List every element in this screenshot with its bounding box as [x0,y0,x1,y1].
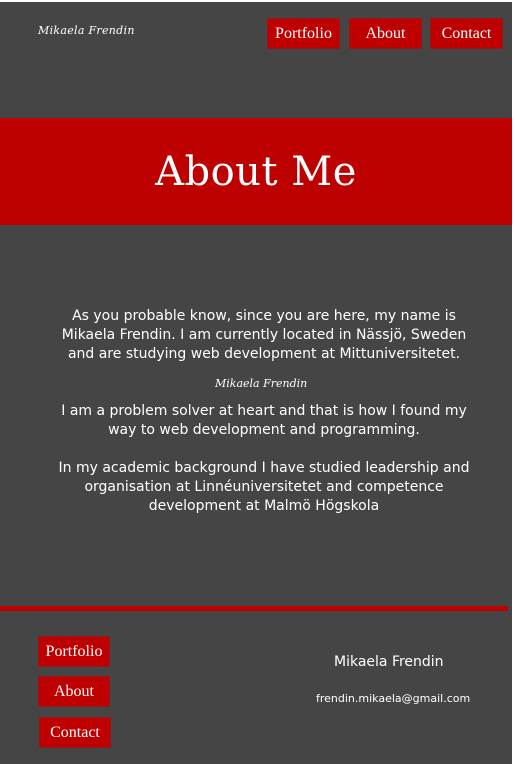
intro-paragraph: As you probable know, since you are here… [61,308,467,362]
page-top-edge [0,0,515,2]
nav-portfolio-button[interactable]: Portfolio [267,18,340,49]
problem-solver-paragraph: I am a problem solver at heart and that … [61,403,467,438]
academic-background-paragraph: In my academic background I have studied… [58,460,470,514]
hero-banner: About Me [0,118,512,225]
footer-name: Mikaela Frendin [334,654,444,670]
page-title: About Me [155,148,357,195]
footer-portfolio-button[interactable]: Portfolio [38,636,110,667]
footer-about-button[interactable]: About [38,676,110,707]
site-logo[interactable]: Mikaela Frendin [38,24,135,37]
footer-divider [0,606,508,611]
footer-email-link[interactable]: frendin.mikaela@gmail.com [316,692,470,705]
nav-contact-button[interactable]: Contact [430,18,503,49]
signature: Mikaela Frendin [215,377,308,390]
nav-about-button[interactable]: About [349,18,422,49]
footer-contact-button[interactable]: Contact [39,717,111,748]
